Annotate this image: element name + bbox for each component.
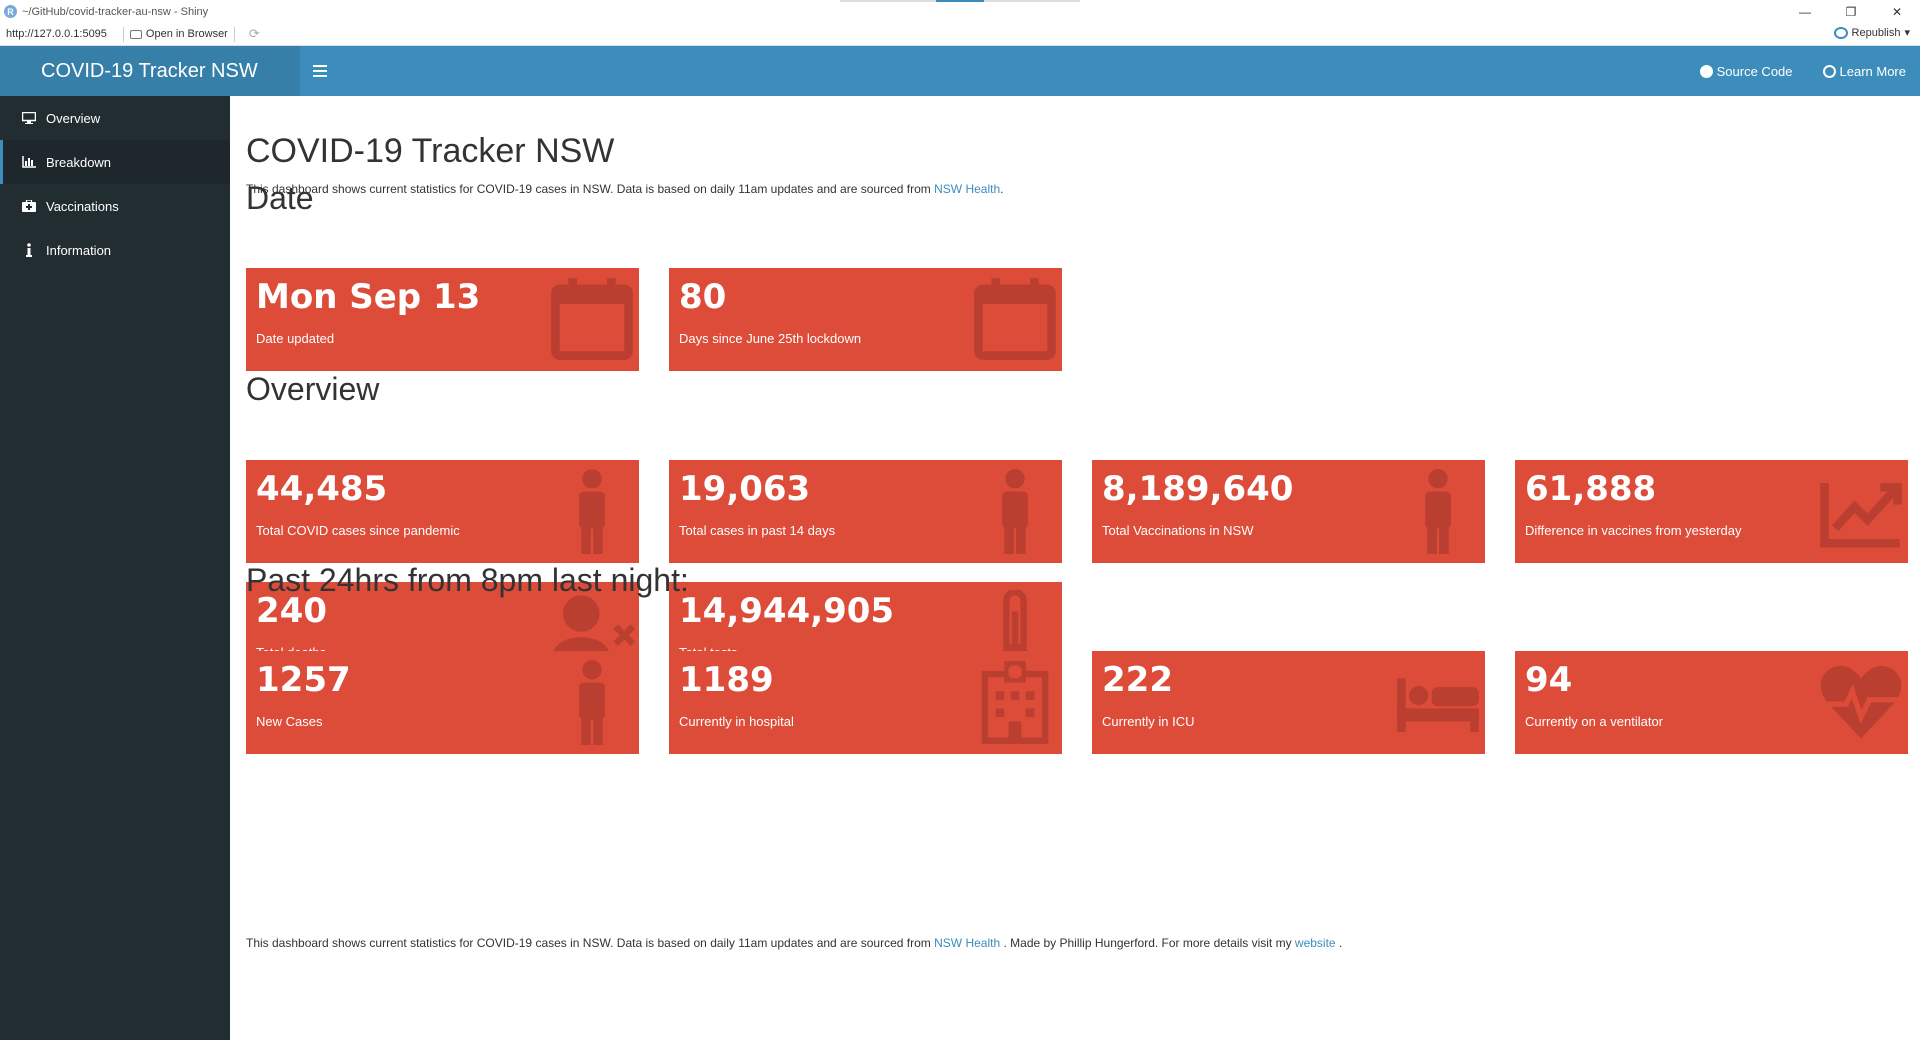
restore-icon[interactable]: ❐ <box>1828 0 1874 23</box>
value-box-label: Total Vaccinations in NSW <box>1102 523 1254 538</box>
publish-icon <box>1833 26 1848 39</box>
value-box-cases-14-days: 19,063 Total cases in past 14 days <box>669 460 1062 563</box>
value-box-value: 14,944,905 <box>679 591 895 631</box>
value-box-value: 1257 <box>256 660 351 700</box>
sidebar: Overview Breakdown Vaccinations Informat… <box>0 96 230 1040</box>
learn-more-link[interactable]: Learn More <box>1822 63 1906 79</box>
medkit-icon <box>21 200 37 212</box>
value-box-value: 61,888 <box>1525 469 1657 509</box>
sidebar-item-label: Information <box>46 242 112 258</box>
value-box-label: New Cases <box>256 714 323 729</box>
minimize-icon[interactable]: — <box>1782 0 1828 23</box>
value-box-days-since-lockdown: 80 Days since June 25th lockdown <box>669 268 1062 371</box>
person-icon <box>1395 468 1481 554</box>
toolbar-divider <box>122 26 124 42</box>
section-overview-heading: Overview <box>246 371 380 407</box>
section-past24-heading: Past 24hrs from 8pm last night: <box>246 562 689 598</box>
value-box-label: Date updated <box>256 331 335 346</box>
calendar-icon <box>549 276 635 362</box>
value-box-date-updated: Mon Sep 13 Date updated <box>246 268 639 371</box>
value-box-vaccine-difference: 61,888 Difference in vaccines from yeste… <box>1515 460 1908 563</box>
value-box-label: Total COVID cases since pandemic <box>256 523 460 538</box>
value-box-label: Currently on a ventilator <box>1525 714 1664 729</box>
main-content: COVID-19 Tracker NSW This dashboard show… <box>230 96 1920 1040</box>
learn-more-label: Learn More <box>1839 63 1906 79</box>
footer-nsw-health-link[interactable]: NSW Health <box>934 936 1000 950</box>
person-icon <box>549 659 635 745</box>
page-title: COVID-19 Tracker NSW <box>246 132 615 170</box>
person-icon <box>549 468 635 554</box>
value-box-label: Total cases in past 14 days <box>679 523 836 538</box>
chevron-down-icon: ▾ <box>1904 27 1910 39</box>
value-box-label: Currently in ICU <box>1102 714 1195 729</box>
window-title: ~/GitHub/covid-tracker-au-nsw - Shiny <box>22 5 209 18</box>
close-icon[interactable]: ✕ <box>1874 0 1920 23</box>
value-box-total-vaccinations: 8,189,640 Total Vaccinations in NSW <box>1092 460 1485 563</box>
bar-chart-icon <box>21 156 37 168</box>
value-box-label: Difference in vaccines from yesterday <box>1525 523 1742 538</box>
desktop-icon <box>21 112 37 124</box>
hospital-icon <box>972 659 1058 745</box>
heartbeat-icon <box>1818 659 1904 745</box>
refresh-icon[interactable]: ⟳ <box>249 26 260 42</box>
sidebar-item-label: Vaccinations <box>46 198 119 214</box>
value-box-value: 222 <box>1102 660 1173 700</box>
github-icon <box>1699 64 1713 78</box>
window-controls: — ❐ ✕ <box>1782 0 1920 23</box>
dashboard-header: COVID-19 Tracker NSW Source Code Learn M… <box>0 46 1920 96</box>
tab-indicator-active <box>936 0 984 2</box>
info-icon <box>21 243 37 257</box>
bed-icon <box>1395 659 1481 745</box>
source-code-label: Source Code <box>1716 63 1793 79</box>
footer-website-link[interactable]: website <box>1295 936 1336 950</box>
nsw-health-link[interactable]: NSW Health <box>934 182 1000 196</box>
value-box-value: 94 <box>1525 660 1573 700</box>
footer-text: This dashboard shows current statistics … <box>246 936 1343 950</box>
value-box-on-ventilator: 94 Currently on a ventilator <box>1515 651 1908 754</box>
calendar-icon <box>972 276 1058 362</box>
open-in-browser-label: Open in Browser <box>145 28 228 40</box>
value-box-value: 19,063 <box>679 469 811 509</box>
sidebar-item-label: Breakdown <box>46 154 112 170</box>
open-in-browser-button[interactable]: Open in Browser <box>129 28 228 40</box>
value-box-new-cases: 1257 New Cases <box>246 651 639 754</box>
sidebar-item-overview[interactable]: Overview <box>0 96 230 140</box>
value-box-value: Mon Sep 13 <box>256 277 481 317</box>
source-code-link[interactable]: Source Code <box>1699 63 1793 79</box>
value-box-label: Currently in hospital <box>679 714 794 729</box>
republish-label: Republish <box>1851 26 1901 39</box>
brand-logo[interactable]: COVID-19 Tracker NSW <box>0 46 300 96</box>
value-box-in-icu: 222 Currently in ICU <box>1092 651 1485 754</box>
toolbar-divider <box>233 26 235 42</box>
republish-button[interactable]: Republish ▾ <box>1833 26 1910 39</box>
intro-text: This dashboard shows current statistics … <box>246 182 1004 196</box>
viewer-toolbar: http://127.0.0.1:5095 Open in Browser ⟳ … <box>0 23 1920 46</box>
header-nav: Source Code Learn More <box>1699 46 1906 96</box>
r-logo-icon: R <box>4 5 17 18</box>
value-box-value: 1189 <box>679 660 774 700</box>
value-box-label: Days since June 25th lockdown <box>679 331 862 346</box>
value-box-total-cases: 44,485 Total COVID cases since pandemic <box>246 460 639 563</box>
value-box-in-hospital: 1189 Currently in hospital <box>669 651 1062 754</box>
window-titlebar: R ~/GitHub/covid-tracker-au-nsw - Shiny … <box>0 0 1920 23</box>
person-icon <box>972 468 1058 554</box>
sidebar-toggle-icon[interactable] <box>313 61 327 81</box>
sidebar-item-vaccinations[interactable]: Vaccinations <box>0 184 230 228</box>
browser-icon <box>129 29 142 39</box>
sidebar-item-label: Overview <box>46 110 101 126</box>
value-box-value: 44,485 <box>256 469 388 509</box>
sidebar-item-breakdown[interactable]: Breakdown <box>0 140 230 184</box>
url-text: http://127.0.0.1:5095 <box>6 28 107 40</box>
globe-icon <box>1822 64 1836 78</box>
sidebar-item-information[interactable]: Information <box>0 228 230 272</box>
section-date-heading: Date <box>246 180 314 216</box>
value-box-value: 8,189,640 <box>1102 469 1294 509</box>
chart-line-icon <box>1818 468 1904 554</box>
value-box-value: 80 <box>679 277 727 317</box>
